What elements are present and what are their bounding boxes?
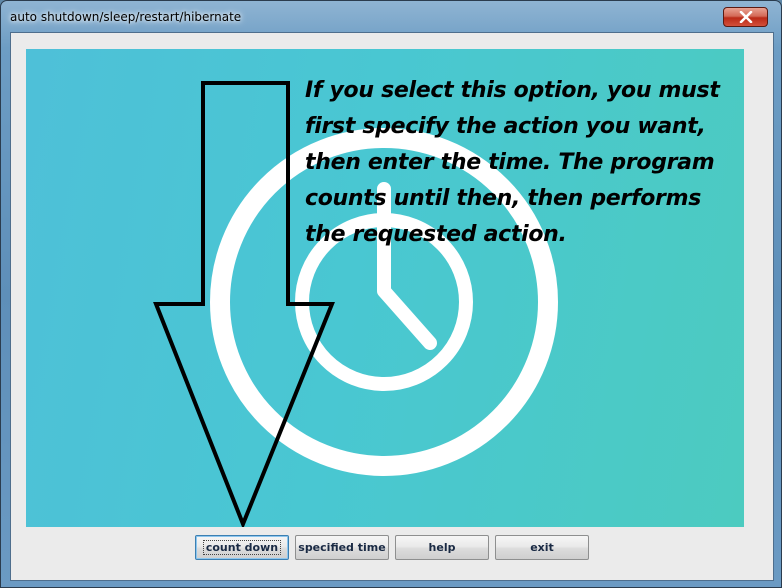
option-description: If you select this option, you must firs…	[305, 78, 720, 247]
help-label: help	[428, 541, 456, 554]
title-bar[interactable]: auto shutdown/sleep/restart/hibernate	[1, 1, 781, 31]
client-area: If you select this option, you must firs…	[10, 32, 774, 581]
count-down-button[interactable]: count down	[195, 535, 289, 560]
app-window: auto shutdown/sleep/restart/hibernate If…	[0, 0, 782, 588]
button-bar: count down specified time help exit	[11, 533, 773, 563]
close-icon	[739, 11, 752, 23]
exit-button[interactable]: exit	[495, 535, 589, 560]
exit-label: exit	[530, 541, 554, 554]
info-panel: If you select this option, you must firs…	[26, 49, 744, 527]
count-down-label: count down	[202, 540, 282, 555]
specified-time-button[interactable]: specified time	[295, 535, 389, 560]
specified-time-label: specified time	[298, 541, 386, 554]
window-title: auto shutdown/sleep/restart/hibernate	[10, 10, 242, 24]
close-button[interactable]	[723, 7, 768, 27]
help-button[interactable]: help	[395, 535, 489, 560]
